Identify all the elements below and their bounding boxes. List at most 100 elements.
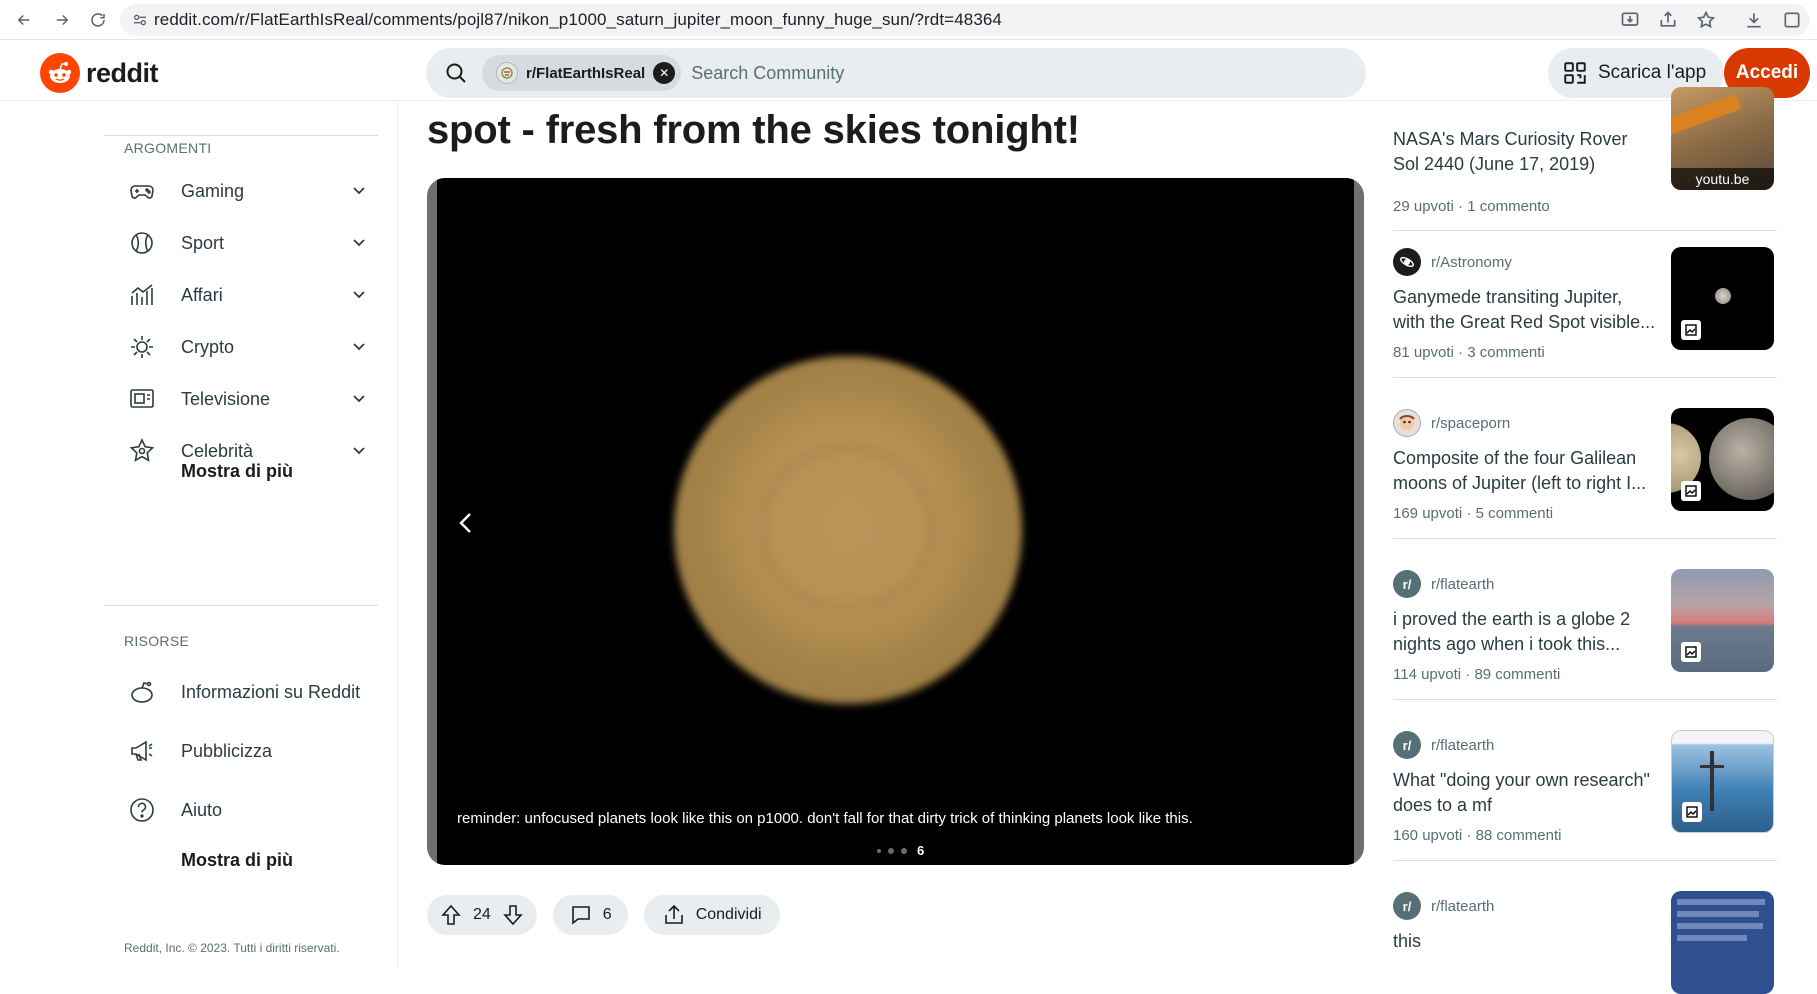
chevron-down-icon[interactable] <box>350 442 368 460</box>
address-bar[interactable]: reddit.com/r/FlatEarthIsReal/comments/po… <box>120 4 1810 36</box>
vote-count: 24 <box>473 906 491 923</box>
site-info-icon[interactable] <box>132 12 148 28</box>
meme-text-line <box>1677 923 1763 929</box>
help-icon <box>130 798 154 822</box>
subreddit-avatar-icon: r/ <box>1393 570 1421 598</box>
chevron-down-icon[interactable] <box>350 182 368 200</box>
chevron-left-icon[interactable] <box>455 508 477 538</box>
crypto-icon <box>131 336 153 358</box>
comment-count: 89 commenti <box>1474 666 1561 683</box>
copyright-text: Reddit, Inc. © 2023. Tutti i diritti ris… <box>124 941 340 955</box>
star-icon <box>129 438 155 462</box>
upvote-count: 81 upvoti <box>1393 344 1454 361</box>
search-input[interactable] <box>691 62 1192 84</box>
related-post-title[interactable]: this <box>1393 929 1658 954</box>
chevron-down-icon[interactable] <box>350 286 368 304</box>
related-post-meta: 169 upvoti · 5 commenti <box>1393 505 1554 522</box>
related-post-thumbnail[interactable] <box>1671 569 1774 672</box>
sidebar-item-label: Gaming <box>181 180 245 201</box>
side-panel-icon[interactable] <box>1782 10 1802 30</box>
post-gallery[interactable]: reminder: unfocused planets look like th… <box>427 178 1364 865</box>
related-post-thumbnail[interactable] <box>1671 730 1774 833</box>
upvote-count: 160 upvoti <box>1393 827 1463 844</box>
related-post-meta: 81 upvoti · 3 commenti <box>1393 344 1545 361</box>
sidebar-item-televisione[interactable]: Televisione <box>128 379 368 419</box>
search-bar[interactable]: r/FlatEarthIsReal ✕ <box>426 48 1366 98</box>
related-post-title[interactable]: Ganymede transiting Jupiter, with the Gr… <box>1393 285 1658 335</box>
card-divider <box>1393 377 1777 378</box>
gallery-dot[interactable] <box>888 847 894 854</box>
subreddit-avatar-icon <box>496 62 518 84</box>
related-post-title[interactable]: i proved the earth is a globe 2 nights a… <box>1393 607 1658 657</box>
sidebar-item-label: Affari <box>181 284 223 305</box>
arrow-left-icon <box>17 14 30 26</box>
forward-button[interactable] <box>48 6 76 34</box>
sidebar-item-label: Aiuto <box>181 799 223 820</box>
downvote-icon[interactable] <box>501 903 525 927</box>
related-post-subreddit[interactable]: r/ r/flatearth <box>1393 570 1494 598</box>
comments-button[interactable]: 6 <box>552 895 628 935</box>
reload-button[interactable] <box>84 6 112 34</box>
sidebar-divider <box>104 135 378 136</box>
chevron-down-icon[interactable] <box>350 234 368 252</box>
jupiter-image <box>1715 288 1731 304</box>
card-divider <box>1393 538 1777 539</box>
chevron-down-icon[interactable] <box>350 338 368 356</box>
logo-wordmark: reddit <box>86 57 159 88</box>
related-post-meta: 114 upvoti · 89 commenti <box>1393 666 1561 683</box>
back-button[interactable] <box>10 6 38 34</box>
sidebar-item-label: Informazioni su Reddit <box>181 681 361 702</box>
subreddit-avatar-icon: r/ <box>1393 892 1421 920</box>
share-page-icon[interactable] <box>1658 10 1678 30</box>
gallery-dot[interactable] <box>877 848 881 853</box>
download-icon[interactable] <box>1744 10 1764 30</box>
community-filter-chip[interactable]: r/FlatEarthIsReal ✕ <box>482 55 682 91</box>
moon-image <box>1709 418 1774 500</box>
related-post-thumbnail[interactable] <box>1671 408 1774 511</box>
sidebar-item-about-reddit[interactable]: Informazioni su Reddit <box>128 672 368 712</box>
related-post-title[interactable]: NASA's Mars Curiosity Rover Sol 2440 (Ju… <box>1393 127 1658 177</box>
related-post-subreddit[interactable]: r/ r/flatearth <box>1393 731 1494 759</box>
reddit-logo[interactable]: reddit <box>40 53 159 93</box>
related-post-title[interactable]: Composite of the four Galilean moons of … <box>1393 446 1658 496</box>
related-post-thumbnail[interactable] <box>1671 891 1774 994</box>
upvote-icon[interactable] <box>439 903 463 927</box>
card-divider <box>1393 860 1777 861</box>
upvote-count: 114 upvoti <box>1393 666 1462 683</box>
install-app-icon[interactable] <box>1620 10 1640 30</box>
sidebar-item-advertise[interactable]: Pubblicizza <box>128 731 368 771</box>
thumbnail-domain: youtu.be <box>1671 168 1774 190</box>
related-post-title[interactable]: What "doing your own research" does to a… <box>1393 768 1658 818</box>
subreddit-avatar-icon: r/ <box>1393 731 1421 759</box>
topics-show-more-button[interactable]: Mostra di più <box>181 461 293 482</box>
related-post-thumbnail[interactable] <box>1671 247 1774 350</box>
bookmark-star-icon[interactable] <box>1696 10 1716 30</box>
megaphone-icon <box>131 740 153 762</box>
related-post-subreddit[interactable]: r/ r/flatearth <box>1393 892 1494 920</box>
post-actions: 24 6 Condividi <box>427 895 780 935</box>
comment-count: 3 commenti <box>1467 344 1545 361</box>
sidebar-item-crypto[interactable]: Crypto <box>128 327 368 367</box>
sidebar-item-help[interactable]: Aiuto <box>128 790 368 830</box>
gallery-dot[interactable] <box>901 847 907 854</box>
remove-chip-icon[interactable]: ✕ <box>653 62 676 84</box>
vote-control: 24 <box>427 895 537 935</box>
related-post-subreddit[interactable]: r/Astronomy <box>1393 248 1512 276</box>
card-divider <box>1393 230 1777 231</box>
resources-show-more-button[interactable]: Mostra di più <box>181 850 293 871</box>
gamepad-icon <box>130 185 154 199</box>
chip-label: r/FlatEarthIsReal <box>526 64 646 82</box>
ball-icon <box>131 232 153 254</box>
meme-figure <box>1710 751 1714 811</box>
reload-icon <box>91 13 105 27</box>
related-post-thumbnail[interactable]: youtu.be <box>1671 87 1774 190</box>
chevron-down-icon[interactable] <box>350 390 368 408</box>
related-post-subreddit[interactable]: r/spaceporn <box>1393 409 1510 437</box>
gallery-image: reminder: unfocused planets look like th… <box>437 178 1354 865</box>
sidebar-item-label: Pubblicizza <box>181 740 273 761</box>
share-button[interactable]: Condividi <box>643 895 780 935</box>
sidebar-item-gaming[interactable]: Gaming <box>128 171 368 211</box>
upvote-count: 169 upvoti <box>1393 505 1463 522</box>
sidebar-item-sport[interactable]: Sport <box>128 223 368 263</box>
sidebar-item-affari[interactable]: Affari <box>128 275 368 315</box>
